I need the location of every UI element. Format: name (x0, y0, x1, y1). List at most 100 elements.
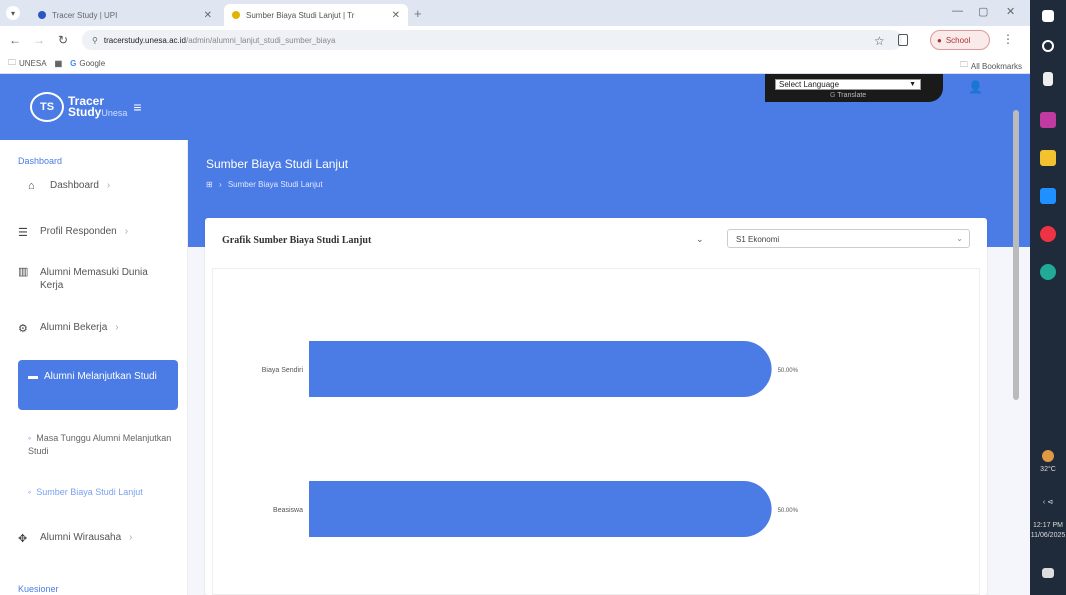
minimize-icon[interactable]: — (952, 5, 963, 17)
sidebar-subitem-label: Masa Tunggu Alumni Melanjutkan Studi (28, 433, 172, 456)
page-scrollbar[interactable] (1013, 110, 1019, 400)
instagram-icon[interactable] (1040, 112, 1056, 128)
avatar-icon: ● (937, 35, 942, 45)
maximize-icon[interactable]: ▢ (978, 5, 988, 18)
browser-tab-active[interactable]: Sumber Biaya Studi Lanjut | Tr ✕ (224, 4, 408, 26)
chevron-right-icon: › (115, 322, 119, 333)
browser-tab-inactive[interactable]: Tracer Study | UPI ✕ (30, 4, 220, 26)
clock-date: 11/06/2025 (1030, 532, 1066, 539)
profile-label: School (945, 35, 971, 45)
logo-unesa: Unesa (101, 107, 128, 118)
bookmark-label: UNESA (19, 59, 47, 68)
back-icon[interactable]: ← (6, 33, 24, 47)
browser-tabstrip: ▾ Tracer Study | UPI ✕ Sumber Biaya Stud… (0, 0, 1030, 26)
url-path: /admin/alumni_lanjut_studi_sumber_biaya (185, 35, 336, 45)
chrome-profile-icon[interactable] (1040, 264, 1056, 280)
close-tab-icon[interactable]: ✕ (392, 10, 400, 21)
profile-icon: ☰ (18, 227, 28, 239)
close-tab-icon[interactable]: ✕ (204, 10, 212, 21)
folder-icon: 🗀 (8, 57, 16, 67)
language-select[interactable]: Select Language ▼ (775, 79, 921, 90)
bar-chart: Biaya Sendiri 50.00% Beasiswa 50.00% (262, 341, 799, 537)
tracer-study-logo[interactable]: TS (30, 92, 64, 122)
sidebar-item-alumni-bekerja[interactable]: ⚙ Alumni Bekerja › (18, 322, 119, 335)
chart-category-label: Beasiswa (273, 507, 303, 514)
sidebar-item-label: Profil Responden (40, 226, 117, 237)
chart-category-label: Biaya Sendiri (262, 367, 304, 374)
notification-icon[interactable] (1042, 568, 1054, 578)
sidebar-subitem-sumber-biaya[interactable]: ◦ Sumber Biaya Studi Lanjut (28, 486, 143, 499)
breadcrumb: ⊞ › Sumber Biaya Studi Lanjut (206, 180, 323, 189)
site-info-icon[interactable]: ⚲ (92, 36, 98, 45)
search-icon[interactable] (1042, 40, 1054, 52)
favicon-icon (232, 11, 240, 19)
sidebar-item-profil-responden[interactable]: ☰ Profil Responden › (18, 226, 128, 239)
chart-container: Biaya Sendiri 50.00% Beasiswa 50.00% (212, 268, 980, 595)
reload-icon[interactable]: ↻ (54, 33, 72, 47)
windows-start-icon[interactable] (1042, 10, 1054, 22)
all-bookmarks-label: All Bookmarks (970, 61, 1022, 71)
chrome-icon[interactable] (1040, 226, 1056, 242)
bullet-icon: ◦ (28, 487, 32, 497)
chevron-right-icon: › (129, 532, 133, 543)
tab-search-icon[interactable]: ▾ (6, 6, 20, 20)
chart-bar[interactable] (309, 341, 772, 397)
program-filter-select[interactable]: S1 Ekonomi ⌄ (727, 229, 970, 248)
chart-value-label: 50.00% (778, 508, 799, 514)
address-bar[interactable]: ⚲ tracerstudy.unesa.ac.id/admin/alumni_l… (82, 30, 902, 50)
briefcase-icon: ⚙ (18, 323, 28, 335)
browser-tab-label: Tracer Study | UPI (52, 10, 118, 20)
home-icon[interactable]: ⊞ (206, 180, 213, 189)
weather-temp: 32°C (1040, 466, 1056, 473)
handshake-icon: ✥ (18, 533, 28, 545)
file-icon[interactable] (1043, 72, 1053, 86)
sidebar-item-label: Alumni Bekerja (40, 322, 108, 333)
close-window-icon[interactable]: ✕ (1006, 5, 1015, 18)
book-icon: ▬ (28, 371, 38, 382)
bookmark-google[interactable]: G Google (70, 59, 105, 68)
folder-icon: 🗀 (959, 60, 968, 69)
forward-icon[interactable]: → (30, 33, 48, 47)
apps-icon[interactable]: ▦ (55, 59, 63, 68)
sidebar-item-label: Alumni Melanjutkan Studi (44, 371, 157, 382)
browser-menu-icon[interactable]: ⋮ (1002, 32, 1014, 46)
building-icon: ▥ (18, 266, 29, 278)
chart-bar[interactable] (309, 481, 772, 537)
profile-button[interactable]: ● School (930, 30, 990, 50)
breadcrumb-current: Sumber Biaya Studi Lanjut (227, 180, 323, 189)
extensions-icon[interactable] (898, 34, 908, 46)
chart-card-title: Grafik Sumber Biaya Studi Lanjut (222, 235, 372, 246)
weather-icon[interactable] (1042, 450, 1054, 462)
chevron-right-icon: › (106, 180, 111, 191)
user-icon[interactable]: 👤 (968, 80, 983, 94)
bookmark-unesa[interactable]: 🗀 UNESA (8, 57, 47, 71)
all-bookmarks[interactable]: 🗀 All Bookmarks (960, 59, 1022, 73)
chevron-right-icon: › (124, 226, 129, 237)
tray-chevron-icon[interactable]: ‹ ⊲ (1030, 498, 1066, 506)
logo-text: Tracer StudyUnesa (68, 95, 128, 119)
page-title: Sumber Biaya Studi Lanjut (206, 157, 349, 171)
sidebar-item-dashboard[interactable]: ⌂ Dashboard › (28, 180, 110, 192)
bookmark-star-icon[interactable]: ☆ (874, 34, 885, 48)
translate-text: Translate (837, 92, 867, 99)
bookmark-label: Google (79, 59, 106, 68)
new-tab-icon[interactable]: + (414, 6, 422, 21)
favicon-icon (38, 11, 46, 19)
sidebar-item-label: Alumni Memasuki Dunia Kerja (40, 267, 148, 291)
clock-time[interactable]: 12:17 PM (1030, 522, 1066, 529)
store-icon[interactable] (1040, 188, 1056, 204)
sidebar-item-dunia-kerja[interactable]: ▥ Alumni Memasuki Dunia Kerja (18, 266, 178, 292)
sidebar-item-wirausaha[interactable]: ✥ Alumni Wirausaha › (18, 532, 133, 545)
collapse-chevron-icon[interactable]: ⌄ (696, 234, 704, 245)
url-host: tracerstudy.unesa.ac.id (103, 35, 186, 45)
home-icon: ⌂ (28, 180, 35, 192)
hamburger-menu-icon[interactable]: ≡ (133, 99, 141, 115)
sidebar-subitem-masa-tunggu[interactable]: ◦ Masa Tunggu Alumni Melanjutkan Studi (28, 432, 178, 458)
logo-line2: Study (68, 104, 102, 119)
language-select-value: Select Language (779, 80, 840, 89)
google-translate-icon: G (830, 92, 836, 99)
browser-tab-label: Sumber Biaya Studi Lanjut | Tr (246, 10, 355, 20)
sidebar-subitem-label: Sumber Biaya Studi Lanjut (36, 487, 143, 497)
file-explorer-icon[interactable] (1040, 150, 1056, 166)
sidebar-item-melanjutkan-studi[interactable]: ▬ Alumni Melanjutkan Studi (18, 360, 178, 410)
